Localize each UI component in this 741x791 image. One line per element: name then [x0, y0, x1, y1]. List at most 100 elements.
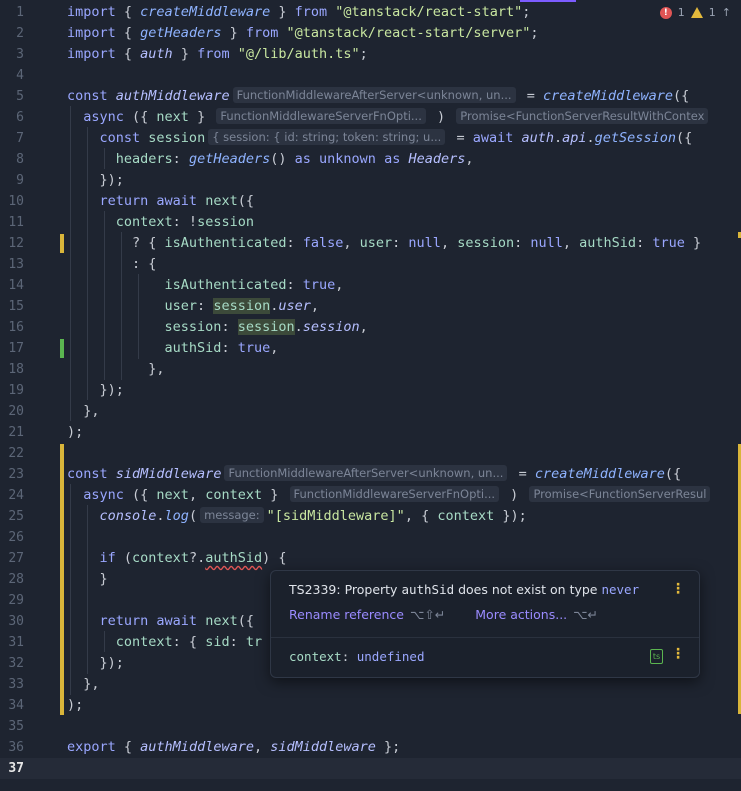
code-line[interactable]: 36 export { authMiddleware, sidMiddleware…: [0, 737, 741, 758]
line-number[interactable]: 33: [0, 674, 24, 695]
line-number[interactable]: 21: [0, 422, 24, 443]
code-token: ,: [335, 277, 344, 293]
code-token: ({: [237, 613, 254, 629]
code-line[interactable]: 15 user: session.user,: [0, 296, 741, 317]
code-line[interactable]: 6 async ({ next } FunctionMiddlewareServ…: [0, 107, 741, 128]
code-line[interactable]: 1 import { createMiddleware } from "@tans…: [0, 2, 741, 23]
code-text: console.log(message: "[sidMiddleware]", {…: [67, 506, 527, 527]
code-line[interactable]: 16 session: session.session,: [0, 317, 741, 338]
code-line[interactable]: 25 console.log(message: "[sidMiddleware]"…: [0, 506, 741, 527]
line-number[interactable]: 20: [0, 401, 24, 422]
line-number[interactable]: 19: [0, 380, 24, 401]
inlay-hint[interactable]: FunctionMiddlewareAfterServer<unknown, u…: [232, 87, 516, 103]
line-number[interactable]: 4: [0, 65, 24, 86]
code-text: },: [67, 401, 99, 422]
code-text: );: [67, 422, 83, 443]
line-number[interactable]: 18: [0, 359, 24, 380]
code-line[interactable]: 35: [0, 716, 741, 737]
code-line[interactable]: 5 const authMiddleware FunctionMiddlewareA…: [0, 86, 741, 107]
inlay-hint[interactable]: Promise<FunctionServerResultWithContex: [456, 108, 709, 124]
line-number[interactable]: 23: [0, 464, 24, 485]
code-line[interactable]: 19 });: [0, 380, 741, 401]
inlay-hint[interactable]: FunctionMiddlewareAfterServer<unknown, u…: [224, 465, 508, 481]
line-number[interactable]: 29: [0, 590, 24, 611]
code-line[interactable]: 13 : {: [0, 254, 741, 275]
line-number[interactable]: 22: [0, 443, 24, 464]
inlay-hint[interactable]: message:: [200, 507, 264, 523]
code-line[interactable]: 10 return await next({: [0, 191, 741, 212]
line-number[interactable]: 17: [0, 338, 24, 359]
line-number[interactable]: 28: [0, 569, 24, 590]
line-number[interactable]: 26: [0, 527, 24, 548]
more-options-icon[interactable]: ⋮: [671, 581, 685, 597]
more-actions-link[interactable]: More actions...: [475, 607, 567, 622]
line-number[interactable]: 2: [0, 23, 24, 44]
code-line[interactable]: 18 },: [0, 359, 741, 380]
line-number[interactable]: 1: [0, 2, 24, 23]
code-line[interactable]: 23 const sidMiddleware FunctionMiddlewareA…: [0, 464, 741, 485]
line-number[interactable]: 24: [0, 485, 24, 506]
code-token: =: [448, 130, 473, 146]
code-line[interactable]: 26: [0, 527, 741, 548]
code-line[interactable]: 3 import { auth } from "@/lib/auth.ts";: [0, 44, 741, 65]
code-token: session: [302, 319, 360, 335]
code-token: next: [205, 613, 238, 629]
line-number[interactable]: 32: [0, 653, 24, 674]
line-number[interactable]: 27: [0, 548, 24, 569]
gutter-modified-marker[interactable]: [60, 234, 64, 253]
rename-reference-link[interactable]: Rename reference: [289, 607, 404, 622]
code-text: import { createMiddleware } from "@tanst…: [67, 2, 530, 23]
gutter-modified-marker[interactable]: [60, 444, 64, 715]
code-token: createMiddleware: [542, 88, 673, 104]
line-number[interactable]: 10: [0, 191, 24, 212]
code-line[interactable]: 24 async ({ next, context } FunctionMidd…: [0, 485, 741, 506]
code-line[interactable]: 7 const session{ session: { id: string; …: [0, 128, 741, 149]
inlay-hint[interactable]: FunctionMiddlewareServerFnOpti...: [289, 486, 500, 502]
line-number[interactable]: 6: [0, 107, 24, 128]
code-token: });: [67, 382, 124, 398]
line-number[interactable]: 9: [0, 170, 24, 191]
line-number[interactable]: 3: [0, 44, 24, 65]
code-line[interactable]: 14 isAuthenticated: true,: [0, 275, 741, 296]
code-line[interactable]: 2 import { getHeaders } from "@tanstack/r…: [0, 23, 741, 44]
code-token: ({: [664, 466, 690, 482]
line-number[interactable]: 35: [0, 716, 24, 737]
line-number[interactable]: 36: [0, 737, 24, 758]
line-number[interactable]: 15: [0, 296, 24, 317]
inlay-hint[interactable]: FunctionMiddlewareServerFnOpti...: [216, 108, 426, 124]
line-number[interactable]: 11: [0, 212, 24, 233]
code-token: ,: [465, 151, 474, 167]
line-number[interactable]: 13: [0, 254, 24, 275]
code-token: unknown: [319, 151, 376, 167]
documentation-icon[interactable]: ts: [650, 649, 663, 664]
gutter-added-marker[interactable]: [60, 339, 64, 358]
line-number[interactable]: 12: [0, 233, 24, 254]
line-number[interactable]: 7: [0, 128, 24, 149]
line-number[interactable]: 30: [0, 611, 24, 632]
code-line[interactable]: 12 ? { isAuthenticated: false, user: nul…: [0, 233, 741, 254]
line-number[interactable]: 14: [0, 275, 24, 296]
line-number[interactable]: 31: [0, 632, 24, 653]
code-text: return await next({: [67, 191, 254, 212]
code-line[interactable]: 27 if (context?.authSid) {: [0, 548, 741, 569]
line-number[interactable]: 25: [0, 506, 24, 527]
code-line[interactable]: 37: [0, 758, 741, 779]
inlay-hint[interactable]: { session: { id: string; token: string; …: [208, 129, 446, 145]
code-line[interactable]: 34);: [0, 695, 741, 716]
line-number[interactable]: 16: [0, 317, 24, 338]
code-line[interactable]: 11 context: !session: [0, 212, 741, 233]
line-number[interactable]: 5: [0, 86, 24, 107]
code-line[interactable]: 22: [0, 443, 741, 464]
code-line[interactable]: 21);: [0, 422, 741, 443]
line-number[interactable]: 34: [0, 695, 24, 716]
more-options-icon[interactable]: ⋮: [671, 646, 685, 662]
code-line[interactable]: 20 },: [0, 401, 741, 422]
line-number[interactable]: 8: [0, 149, 24, 170]
inlay-hint[interactable]: Promise<FunctionServerResul: [529, 486, 711, 502]
line-number[interactable]: 37: [0, 758, 24, 779]
code-token: tr: [245, 634, 263, 650]
code-line[interactable]: 17 authSid: true,: [0, 338, 741, 359]
code-line[interactable]: 4: [0, 65, 741, 86]
code-line[interactable]: 8 headers: getHeaders() as unknown as He…: [0, 149, 741, 170]
code-line[interactable]: 9 });: [0, 170, 741, 191]
